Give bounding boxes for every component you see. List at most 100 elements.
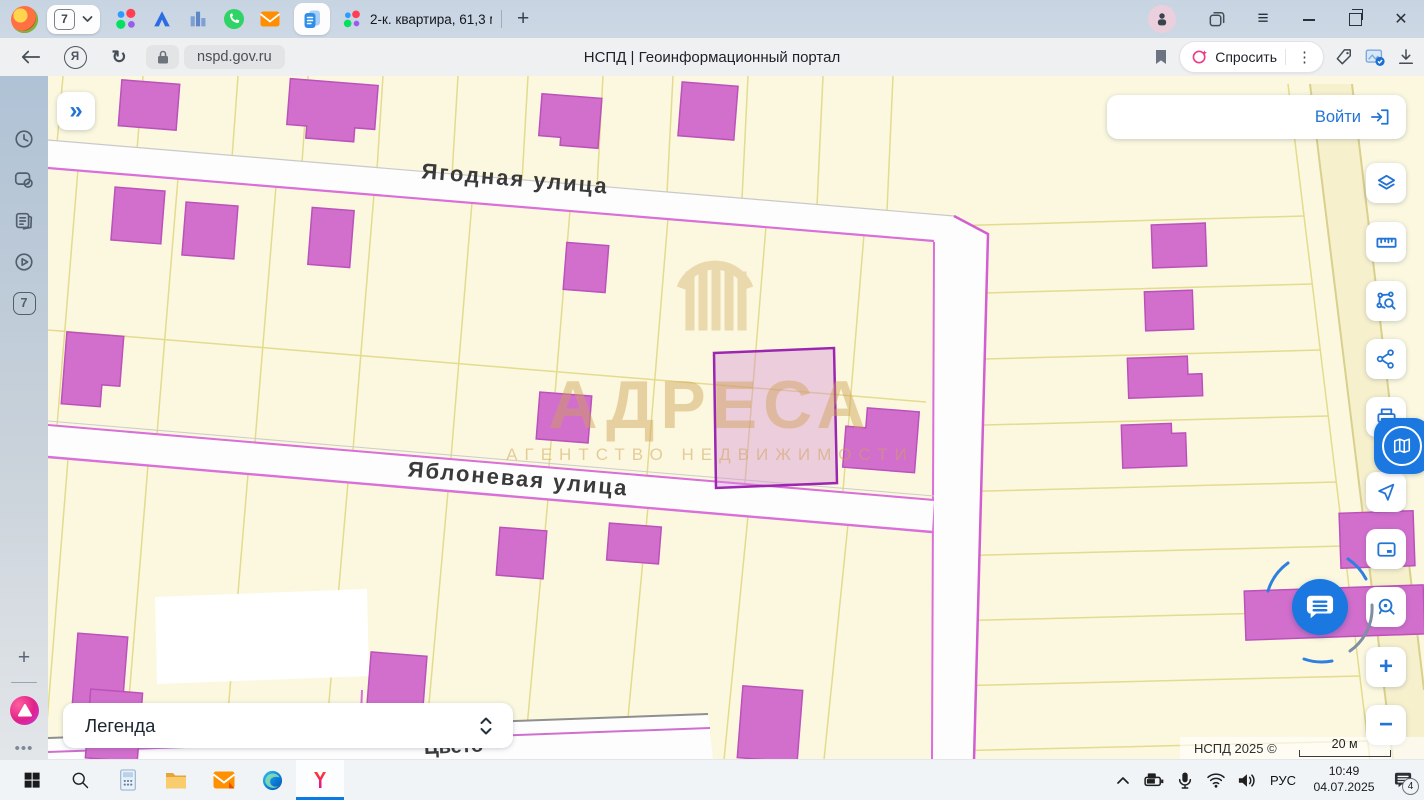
polygon-search-button[interactable]: [1366, 281, 1406, 321]
close-button[interactable]: ✕: [1378, 0, 1424, 38]
alice-triangle-icon: [18, 704, 32, 717]
site-security-chip[interactable]: [146, 45, 179, 69]
legend-title: Легенда: [85, 715, 155, 737]
taskbar-file-explorer[interactable]: [152, 760, 200, 800]
menu-button[interactable]: ≡: [1240, 0, 1286, 38]
taskbar-mail[interactable]: [200, 760, 248, 800]
pinned-tab-a-service[interactable]: [150, 7, 174, 31]
ask-ai-button[interactable]: Спросить ⋮: [1179, 41, 1324, 73]
measure-button[interactable]: [1366, 222, 1406, 262]
map-viewport[interactable]: АДРЕСА АГЕНТСТВО НЕДВИЖИМОСТИ Ягодная ул…: [48, 76, 1424, 760]
pinned-tab-building[interactable]: [186, 7, 210, 31]
new-tab-button[interactable]: +: [511, 9, 535, 29]
cadastral-map[interactable]: АДРЕСА АГЕНТСТВО НЕДВИЖИМОСТИ Ягодная ул…: [48, 76, 1424, 760]
layers-button[interactable]: [1366, 163, 1406, 203]
back-arrow-icon: [20, 48, 42, 66]
share-button[interactable]: [1366, 339, 1406, 379]
login-label: Войти: [1315, 108, 1361, 127]
tray-volume-button[interactable]: [1233, 760, 1260, 800]
taskbar-clock[interactable]: 10:49 04.07.2025: [1306, 764, 1382, 796]
profile-avatar[interactable]: [1148, 5, 1176, 33]
tray-expand-button[interactable]: [1109, 760, 1136, 800]
search-icon: [70, 770, 90, 790]
pinned-tab-docs-active[interactable]: [294, 3, 330, 35]
minimap-button[interactable]: [1366, 529, 1406, 569]
taskbar-edge[interactable]: [248, 760, 296, 800]
notification-center-button[interactable]: 4: [1386, 760, 1420, 800]
expand-panel-button[interactable]: »: [57, 92, 95, 130]
tab-panels-button[interactable]: [1194, 0, 1240, 38]
browser-logo-icon[interactable]: [11, 6, 38, 33]
zoom-in-button[interactable]: +: [1366, 647, 1406, 687]
minimize-button[interactable]: [1286, 0, 1332, 38]
reload-button[interactable]: ↻: [102, 47, 136, 68]
ruler-icon: [1375, 231, 1398, 254]
collapse-expand-icon[interactable]: [479, 716, 493, 736]
maximize-button[interactable]: [1332, 0, 1378, 38]
location-search-button[interactable]: [1366, 587, 1406, 627]
sidebar-divider: [11, 682, 37, 683]
navigation-arrow-icon: [1375, 481, 1397, 503]
sidebar-more-button[interactable]: •••: [12, 736, 36, 760]
tab-counter-button[interactable]: 7: [47, 5, 100, 34]
taskbar-tray: РУС 10:49 04.07.2025 4: [1109, 760, 1420, 800]
start-button[interactable]: [8, 760, 56, 800]
taskbar-search-button[interactable]: [56, 760, 104, 800]
extension-tag-icon[interactable]: [1334, 47, 1354, 67]
desktop-screen: 7: [0, 0, 1424, 800]
scale-bar: 20 м: [1299, 738, 1391, 759]
user-figure-icon: [1153, 10, 1171, 28]
tabs-panel-button[interactable]: 7: [12, 291, 36, 315]
taskbar-calculator[interactable]: [104, 760, 152, 800]
media-button[interactable]: [12, 250, 36, 274]
screenshot-button[interactable]: [12, 168, 36, 192]
bookmark-icon[interactable]: [1153, 48, 1169, 66]
browser-toolbar: Я ↻ nspd.gov.ru НСПД | Геоинформационный…: [0, 38, 1424, 77]
yandex-search-button[interactable]: Я: [58, 46, 92, 69]
support-chat-button[interactable]: [1292, 579, 1348, 635]
download-icon[interactable]: [1396, 47, 1416, 67]
alice-assistant-button[interactable]: [10, 696, 39, 725]
map-mode-callout[interactable]: [1374, 418, 1424, 474]
blue-a-icon: [151, 8, 173, 30]
watermark-subtitle: АГЕНТСТВО НЕДВИЖИМОСТИ: [506, 445, 914, 464]
tab-count: 7: [54, 9, 75, 30]
tray-microphone-button[interactable]: [1171, 760, 1198, 800]
clock-date: 04.07.2025: [1306, 780, 1382, 796]
pinned-tabs: [114, 3, 330, 35]
pinned-tab-whatsapp[interactable]: [222, 7, 246, 31]
articles-button[interactable]: [12, 209, 36, 233]
taskbar-yandex-browser-active[interactable]: [296, 760, 344, 800]
map-attribution-bar: НСПД 2025 © 20 м: [1180, 737, 1424, 760]
folded-map-icon: [1392, 436, 1412, 456]
clock-time: 10:49: [1306, 764, 1382, 780]
my-location-button[interactable]: [1366, 472, 1406, 512]
back-button[interactable]: [14, 48, 48, 66]
edge-icon: [261, 769, 284, 792]
tab-listing[interactable]: 2-к. квартира, 61,3 м², 4/1: [342, 9, 492, 29]
notes-icon: [13, 210, 35, 232]
ask-spark-icon: [1191, 48, 1209, 66]
speaker-icon: [1237, 772, 1256, 789]
clock-icon: [13, 128, 35, 150]
language-indicator[interactable]: РУС: [1264, 773, 1302, 788]
pinned-tab-avito[interactable]: [114, 7, 138, 31]
address-bar[interactable]: nspd.gov.ru: [184, 45, 285, 69]
pinned-tab-mail[interactable]: [258, 7, 282, 31]
windows-taskbar: РУС 10:49 04.07.2025 4: [0, 759, 1424, 800]
tray-network-button[interactable]: [1202, 760, 1229, 800]
chat-bubble-icon: [1305, 593, 1335, 621]
tray-device-button[interactable]: [1140, 760, 1167, 800]
sidebar-add-button[interactable]: +: [12, 646, 36, 670]
pill-divider: [1285, 49, 1286, 65]
chevron-up-icon: [1116, 775, 1130, 785]
wifi-icon: [1206, 772, 1226, 788]
history-button[interactable]: [12, 127, 36, 151]
mail-envelope-icon: [258, 7, 282, 31]
extension-screenshot-icon[interactable]: [1364, 46, 1386, 68]
minimize-icon: [1303, 17, 1315, 21]
login-panel[interactable]: Войти: [1107, 95, 1406, 139]
lock-icon: [157, 50, 169, 64]
ask-more-button[interactable]: ⋮: [1290, 48, 1319, 66]
legend-panel[interactable]: Легенда: [63, 703, 513, 748]
